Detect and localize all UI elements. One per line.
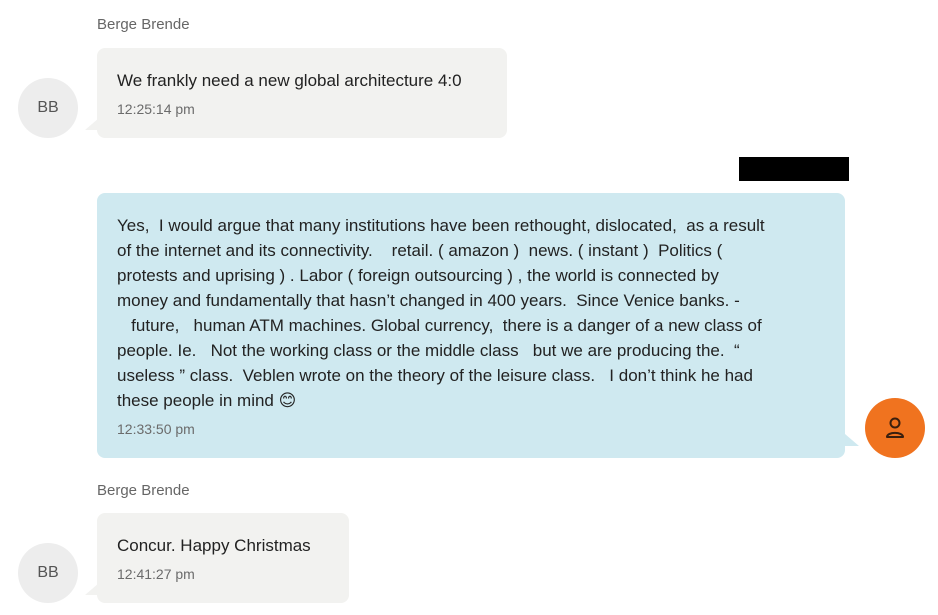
message-text: Concur. Happy Christmas <box>117 536 311 555</box>
person-icon <box>886 417 904 438</box>
user-avatar[interactable] <box>865 398 925 458</box>
avatar-initials: BB <box>37 99 59 116</box>
avatar[interactable]: BB <box>18 78 78 138</box>
message-text: We frankly need a new global architectur… <box>117 71 462 90</box>
redacted-sender-name <box>739 157 849 181</box>
message-timestamp: 12:25:14 pm <box>117 101 195 117</box>
outgoing-message-bubble: Yes, I would argue that many institution… <box>97 193 859 458</box>
message-sender-name: Berge Brende <box>97 16 190 33</box>
incoming-message-bubble: We frankly need a new global architectur… <box>85 48 507 138</box>
avatar-initials: BB <box>37 564 59 581</box>
avatar[interactable]: BB <box>18 543 78 603</box>
message-timestamp: 12:41:27 pm <box>117 566 195 582</box>
incoming-message-bubble: Concur. Happy Christmas 12:41:27 pm <box>85 513 349 603</box>
message-sender-name: Berge Brende <box>97 482 190 499</box>
message-text: Yes, I would argue that many institution… <box>117 216 765 410</box>
message-timestamp: 12:33:50 pm <box>117 421 195 437</box>
